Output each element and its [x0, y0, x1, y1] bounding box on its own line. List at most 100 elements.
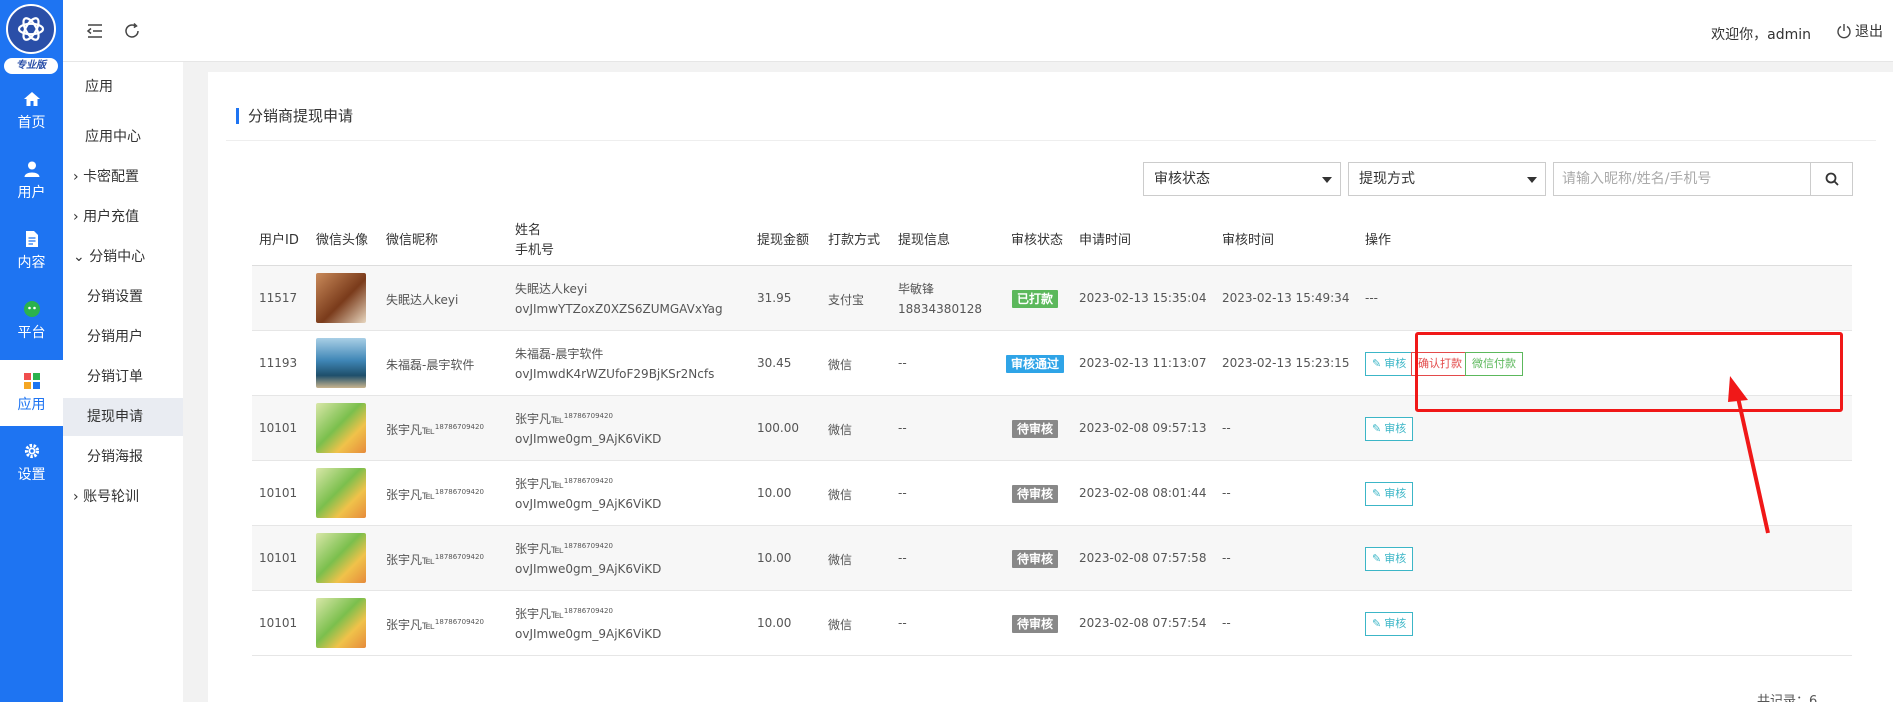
- method-filter-select[interactable]: 提现方式: [1348, 162, 1546, 196]
- cell-withdraw-info: --: [898, 551, 907, 565]
- rail-item-home[interactable]: 首页: [0, 78, 63, 144]
- table-row: 11517 失眠达人keyi 失眠达人keyi ovJImwYTZoxZ0XZS6ZU…: [252, 266, 1852, 331]
- audit-button[interactable]: ✎ 审核: [1365, 482, 1414, 506]
- chevron-right-icon: ›: [73, 169, 79, 185]
- nickname-text: 朱福磊-晨宇软件: [386, 358, 475, 372]
- subnav-item-distribution-settings[interactable]: 分销设置: [63, 278, 183, 316]
- cell-amount: 100.00: [757, 421, 799, 435]
- cell-amount: 10.00: [757, 616, 792, 630]
- cell-name: 朱福磊-晨宇软件: [515, 345, 603, 362]
- apps-icon: [23, 373, 40, 389]
- subnav-label: 分销海报: [87, 449, 143, 465]
- col-avatar: 微信头像: [316, 233, 369, 248]
- name-text: 张宇凡℡: [515, 412, 564, 426]
- subnav-item-withdraw-requests[interactable]: 提现申请: [63, 398, 183, 436]
- cell-amount: 10.00: [757, 486, 792, 500]
- subnav-label: 用户充值: [83, 209, 140, 225]
- withdraw-table: 用户ID 微信头像 微信昵称 姓名 手机号 提现金额 打款方式 提现信息 审核状…: [252, 208, 1852, 656]
- rail-item-user[interactable]: 用户: [0, 148, 63, 214]
- rail-item-content[interactable]: 内容: [0, 218, 63, 284]
- cell-pay-type: 微信: [828, 358, 853, 372]
- cell-nickname: 张宇凡℡18786709420: [386, 551, 484, 568]
- cell-pay-type: 微信: [828, 553, 853, 567]
- user-icon: [24, 161, 39, 177]
- subnav-label: 提现申请: [87, 409, 143, 425]
- cell-withdraw-info: --: [898, 421, 907, 435]
- divider: [226, 140, 1876, 141]
- cell-nickname: 朱福磊-晨宇软件: [386, 356, 474, 373]
- search-button[interactable]: [1810, 162, 1853, 196]
- cell-nickname: 张宇凡℡18786709420: [386, 616, 484, 633]
- document-icon: [25, 231, 38, 247]
- logout-button[interactable]: 退出: [1836, 21, 1883, 41]
- wechat-icon: [23, 301, 40, 317]
- status-badge: 审核通过: [1006, 355, 1065, 373]
- cell-user-id: 10101: [259, 486, 298, 500]
- cell-apply-time: 2023-02-13 11:13:07: [1079, 356, 1207, 370]
- rail-label-platform: 平台: [17, 325, 46, 341]
- cell-audit-time: --: [1222, 421, 1231, 435]
- refresh-icon[interactable]: [123, 22, 141, 40]
- rail-item-apps[interactable]: 应用: [0, 360, 63, 426]
- audit-button[interactable]: ✎ 审核: [1365, 417, 1414, 441]
- cell-amount: 10.00: [757, 551, 792, 565]
- subnav-item-user-recharge[interactable]: › 用户充值: [63, 198, 183, 236]
- sub-navigation: 应用 应用中心 › 卡密配置 › 用户充值 ⌄ 分销中心 分销设置 分销用户 分…: [63, 0, 183, 702]
- table-row: 10101 张宇凡℡18786709420 张宇凡℡18786709420 ovJIm…: [252, 591, 1852, 656]
- subnav-item-distribution-center[interactable]: ⌄ 分销中心: [63, 238, 183, 276]
- audit-label: 审核: [1384, 422, 1407, 435]
- status-badge: 待审核: [1012, 420, 1059, 438]
- avatar: [316, 468, 366, 518]
- cell-audit-time: 2023-02-13 15:23:15: [1222, 356, 1350, 370]
- subnav-item-distribution-poster[interactable]: 分销海报: [63, 438, 183, 476]
- menu-collapse-icon[interactable]: [86, 22, 104, 40]
- audit-button[interactable]: ✎ 审核: [1365, 547, 1414, 571]
- avatar: [316, 338, 366, 388]
- gear-icon: [24, 443, 39, 459]
- cell-nickname: 张宇凡℡18786709420: [386, 486, 484, 503]
- cell-apply-time: 2023-02-08 08:01:44: [1079, 486, 1207, 500]
- top-bar: 欢迎你，admin 退出: [63, 0, 1893, 62]
- rail-item-settings[interactable]: 设置: [0, 430, 63, 496]
- record-count: 共记录：6: [1757, 694, 1818, 702]
- search-input[interactable]: [1553, 162, 1811, 196]
- subnav-item-distribution-orders[interactable]: 分销订单: [63, 358, 183, 396]
- cell-user-id: 11193: [259, 356, 298, 370]
- name-sup: 18786709420: [563, 607, 613, 615]
- subnav-item-app-center[interactable]: 应用中心: [63, 118, 183, 156]
- subnav-label: 分销订单: [87, 369, 143, 385]
- audit-button[interactable]: ✎ 审核: [1365, 352, 1414, 376]
- caret-down-icon: [1322, 177, 1332, 183]
- cell-user-id: 10101: [259, 421, 298, 435]
- cell-openid: ovJImwe0gm_9AjK6ViKD: [515, 497, 662, 511]
- status-filter-select[interactable]: 审核状态: [1143, 162, 1341, 196]
- nickname-sup: 18786709420: [434, 553, 484, 561]
- subnav-item-distribution-users[interactable]: 分销用户: [63, 318, 183, 356]
- audit-button[interactable]: ✎ 审核: [1365, 612, 1414, 636]
- cell-openid: ovJImwYTZoxZ0XZS6ZUMGAVxYag: [515, 302, 723, 316]
- nickname-text: 张宇凡℡: [386, 423, 435, 437]
- avatar: [316, 403, 366, 453]
- rail-item-platform[interactable]: 平台: [0, 288, 63, 354]
- subnav-label: 分销设置: [87, 289, 143, 305]
- cell-name: 张宇凡℡18786709420: [515, 540, 613, 557]
- edition-badge: 专业版: [4, 58, 58, 74]
- nickname-sup: 18786709420: [434, 488, 484, 496]
- subnav-item-account-rotation[interactable]: › 账号轮训: [63, 478, 183, 516]
- col-amount: 提现金额: [757, 233, 810, 248]
- cell-openid: ovJImwe0gm_9AjK6ViKD: [515, 432, 662, 446]
- rail-label-apps: 应用: [17, 397, 46, 413]
- cell-withdraw-info-phone: 18834380128: [898, 302, 982, 316]
- name-text: 张宇凡℡: [515, 607, 564, 621]
- subnav-label: 分销中心: [89, 249, 146, 265]
- cell-amount: 31.95: [757, 291, 792, 305]
- method-filter-value: 提现方式: [1359, 171, 1415, 187]
- cell-nickname: 张宇凡℡18786709420: [386, 421, 484, 438]
- page-title: 分销商提现申请: [236, 108, 353, 124]
- table-row: 10101 张宇凡℡18786709420 张宇凡℡18786709420 ovJIm…: [252, 461, 1852, 526]
- subnav-item-card-config[interactable]: › 卡密配置: [63, 158, 183, 196]
- cell-user-id: 11517: [259, 291, 298, 305]
- pencil-icon: ✎: [1372, 357, 1382, 370]
- table-body: 11517 失眠达人keyi 失眠达人keyi ovJImwYTZoxZ0XZS6ZU…: [252, 266, 1852, 656]
- welcome-text: 欢迎你，admin: [1711, 27, 1811, 43]
